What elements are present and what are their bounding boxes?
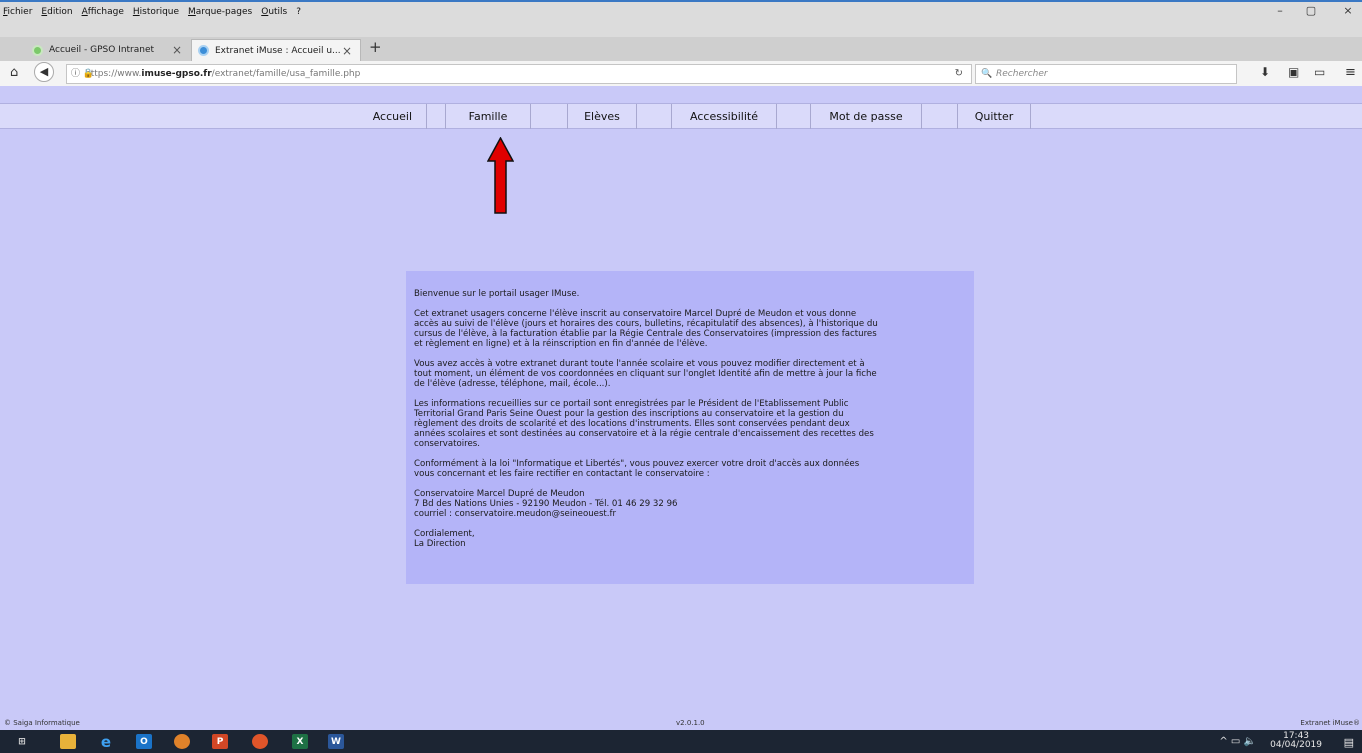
welcome-paragraph: Les informations recueillies sur ce port…	[414, 399, 874, 449]
page-footer: © Saiga Informatique v2.0.1.0 Extranet i…	[0, 719, 1362, 730]
sidebar-icon[interactable]: ▭	[1314, 65, 1325, 79]
firefox-icon[interactable]	[252, 734, 268, 749]
back-arrow-icon[interactable]: ◀	[34, 62, 54, 82]
tab-extranet-imuse[interactable]: Extranet iMuse : Accueil u... ×	[191, 39, 361, 61]
navigation-toolbar: ⌂ ◀ ⓘ 🔒 https://www.imuse-gpso.fr/extrane…	[0, 61, 1362, 87]
menu-affichage[interactable]: Affichage	[82, 7, 124, 17]
internet-explorer-icon[interactable]: e	[98, 733, 114, 751]
menu-accueil[interactable]: Accueil	[0, 104, 427, 129]
url-bar[interactable]: ⓘ 🔒 https://www.imuse-gpso.fr/extranet/fa…	[66, 64, 972, 84]
search-placeholder: Rechercher	[996, 69, 1048, 79]
menu-marque-pages[interactable]: Marque-pages	[188, 7, 252, 17]
tab-gpso-intranet[interactable]: Accueil - GPSO Intranet ×	[26, 39, 190, 61]
clock[interactable]: 17:43 04/04/2019	[1270, 732, 1322, 750]
reload-icon[interactable]: ↻	[955, 65, 963, 83]
download-icon[interactable]: ⬇	[1260, 65, 1270, 79]
powerpoint-icon[interactable]: P	[212, 734, 228, 749]
welcome-paragraph: Bienvenue sur le portail usager IMuse.	[414, 289, 580, 299]
menu-edition[interactable]: Edition	[41, 7, 72, 17]
welcome-panel: Bienvenue sur le portail usager IMuse. C…	[406, 271, 974, 584]
close-window-button[interactable]: ×	[1336, 4, 1360, 17]
footer-copyright: © Saiga Informatique	[4, 719, 80, 727]
url-domain: imuse-gpso.fr	[141, 69, 212, 79]
menu-fichier[interactable]: Fichier	[3, 7, 32, 17]
menu-outils[interactable]: Outils	[261, 7, 287, 17]
file-explorer-icon[interactable]	[60, 734, 76, 749]
windows-taskbar: ⊞ e O P X W ^ ▭ 🔈 17:43 04/04/2019 ▤	[0, 730, 1362, 753]
hamburger-menu-icon[interactable]: ≡	[1345, 65, 1356, 80]
menu-mot-de-passe[interactable]: Mot de passe	[810, 104, 922, 129]
maximize-button[interactable]: ▢	[1299, 4, 1323, 17]
outlook-icon[interactable]: O	[136, 734, 152, 749]
url-path: /extranet/famille/usa_famille.php	[211, 69, 361, 79]
word-icon[interactable]: W	[328, 734, 344, 749]
welcome-paragraph: Conformément à la loi "Informatique et L…	[414, 459, 860, 479]
search-input[interactable]: 🔍 Rechercher	[975, 64, 1237, 84]
tab-bar: Accueil - GPSO Intranet × Extranet iMuse…	[0, 37, 1362, 61]
footer-product: Extranet iMuse®	[1300, 719, 1360, 727]
welcome-paragraph: Cordialement, La Direction	[414, 529, 475, 549]
new-tab-button[interactable]: +	[369, 38, 382, 56]
gpso-favicon-icon	[32, 44, 43, 56]
minimize-button[interactable]: –	[1268, 4, 1292, 17]
welcome-paragraph: Conservatoire Marcel Dupré de Meudon 7 B…	[414, 489, 678, 519]
tab-close-icon[interactable]: ×	[342, 44, 352, 58]
welcome-paragraph: Vous avez accès à votre extranet durant …	[414, 359, 877, 389]
tab-close-icon[interactable]: ×	[172, 43, 182, 57]
lock-icon: ⓘ 🔒	[71, 69, 95, 79]
start-windows-icon[interactable]: ⊞	[14, 734, 30, 749]
menu-famille[interactable]: Famille	[445, 104, 531, 129]
welcome-paragraph: Cet extranet usagers concerne l'élève in…	[414, 309, 878, 349]
excel-icon[interactable]: X	[292, 734, 308, 749]
pocket-icon[interactable]: ▣	[1288, 65, 1299, 79]
browser-menubar: Fichier Edition Affichage Historique Mar…	[0, 4, 1362, 20]
chrome-icon[interactable]	[174, 734, 190, 749]
menu-eleves[interactable]: Elèves	[567, 104, 637, 129]
menu-historique[interactable]: Historique	[133, 7, 179, 17]
menu-quitter[interactable]: Quitter	[957, 104, 1031, 129]
imuse-favicon-icon	[198, 45, 209, 56]
tray-icons[interactable]: ^ ▭ 🔈	[1219, 736, 1256, 747]
site-menu: Accueil Famille Elèves Accessibilité Mot…	[0, 103, 1362, 129]
tab-label: Accueil - GPSO Intranet	[49, 45, 155, 55]
search-icon: 🔍	[981, 69, 993, 79]
footer-version: v2.0.1.0	[676, 719, 705, 727]
menu-aide[interactable]: ?	[296, 7, 301, 17]
notification-icon[interactable]: ▤	[1344, 736, 1354, 749]
red-arrow-annotation-icon	[487, 137, 514, 214]
home-icon[interactable]: ⌂	[10, 65, 18, 80]
menu-accessibilite[interactable]: Accessibilité	[671, 104, 777, 129]
tab-label: Extranet iMuse : Accueil u...	[215, 45, 341, 56]
clock-date: 04/04/2019	[1270, 740, 1322, 750]
